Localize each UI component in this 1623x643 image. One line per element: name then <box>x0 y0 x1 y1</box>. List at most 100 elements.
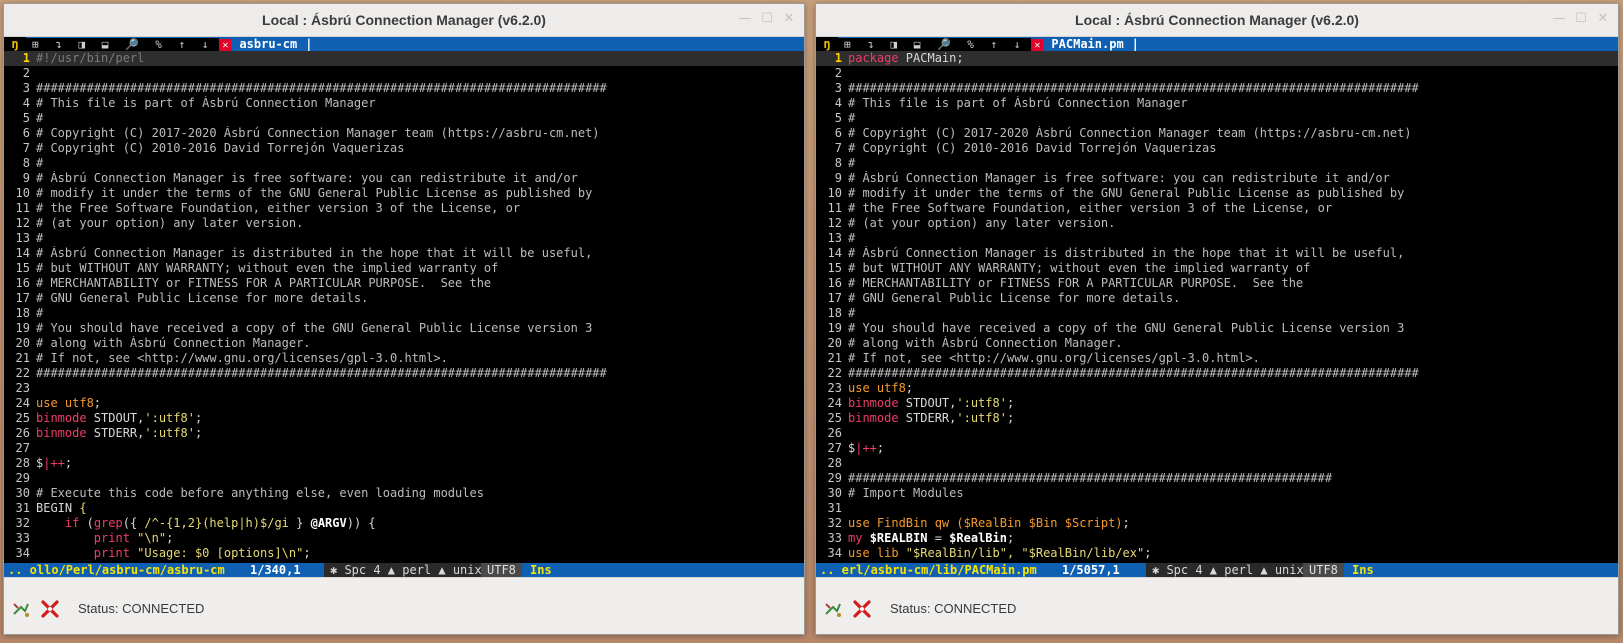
code-line[interactable]: 22 ######################################… <box>4 366 804 381</box>
code-line[interactable]: 4 # This file is part of Ásbrú Connection… <box>4 96 804 111</box>
code-line[interactable]: 31 <box>816 501 1618 516</box>
code-line[interactable]: 2 <box>816 66 1618 81</box>
line-number: 33 <box>15 531 30 545</box>
code-line[interactable]: 11 # the Free Software Foundation, either… <box>4 201 804 216</box>
network-icon[interactable] <box>824 600 842 618</box>
code-line[interactable]: 34 print "Usage: $0 [options]\n"; <box>4 546 804 561</box>
code-line[interactable]: 24 binmode STDOUT,':utf8'; <box>816 396 1618 411</box>
toolbar-buttons[interactable]: ⊞ ↴ ◨ ⬓ 🔎 % ↑ ↓ <box>26 38 220 51</box>
code-line[interactable]: 26 binmode STDERR,':utf8'; <box>4 426 804 441</box>
code-buffer[interactable]: 1 #!/usr/bin/perl 2 3 ######################… <box>4 51 804 563</box>
buffer-tab[interactable]: PACMain.pm <box>1047 37 1127 51</box>
code-line[interactable]: 1 #!/usr/bin/perl <box>4 51 804 66</box>
network-icon[interactable] <box>12 600 30 618</box>
code-line[interactable]: 32 if (grep({ /^-{1,2}(help|h)$/gi } @AR… <box>4 516 804 531</box>
code-line[interactable]: 27 $|++; <box>816 441 1618 456</box>
window-titlebar[interactable]: Local : Ásbrú Connection Manager (v6.2.0… <box>4 4 804 37</box>
code-buffer[interactable]: 1 package PACMain; 2 3 #####################… <box>816 51 1618 563</box>
close-icon[interactable]: ✕ <box>1596 12 1610 26</box>
code-line[interactable]: 17 # GNU General Public License for more … <box>816 291 1618 306</box>
maximize-icon[interactable]: ☐ <box>1574 12 1588 26</box>
line-text: # <box>36 111 43 125</box>
code-line[interactable]: 13 # <box>816 231 1618 246</box>
code-line[interactable]: 1 package PACMain; <box>816 51 1618 66</box>
code-token: ':utf8' <box>956 396 1007 410</box>
minimize-icon[interactable]: — <box>738 12 752 26</box>
disconnect-icon[interactable] <box>40 599 60 619</box>
code-line[interactable]: 12 # (at your option) any later version. <box>816 216 1618 231</box>
code-line[interactable]: 3 #######################################… <box>4 81 804 96</box>
close-buffer-icon[interactable]: ✕ <box>219 39 232 51</box>
code-line[interactable]: 7 # Copyright (C) 2010-2016 David Torrejó… <box>816 141 1618 156</box>
code-line[interactable]: 18 # <box>4 306 804 321</box>
code-line[interactable]: 8 # <box>816 156 1618 171</box>
code-line[interactable]: 15 # but WITHOUT ANY WARRANTY; without ev… <box>4 261 804 276</box>
code-line[interactable]: 27 <box>4 441 804 456</box>
code-line[interactable]: 10 # modify it under the terms of the GNU… <box>816 186 1618 201</box>
close-icon[interactable]: ✕ <box>782 12 796 26</box>
code-line[interactable]: 5 # <box>816 111 1618 126</box>
code-line[interactable]: 33 print "\n"; <box>4 531 804 546</box>
code-line[interactable]: 25 binmode STDERR,':utf8'; <box>816 411 1618 426</box>
code-line[interactable]: 5 # <box>4 111 804 126</box>
terminal-area[interactable]: ŋ ⊞ ↴ ◨ ⬓ 🔎 % ↑ ↓ ✕ asbru-cm | 1 #!/usr/bin/p… <box>4 37 804 577</box>
code-line[interactable]: 14 # Ásbrú Connection Manager is distribu… <box>816 246 1618 261</box>
terminal-area[interactable]: ŋ ⊞ ↴ ◨ ⬓ 🔎 % ↑ ↓ ✕ PACMain.pm | 1 package PA… <box>816 37 1618 577</box>
code-line[interactable]: 8 # <box>4 156 804 171</box>
window-titlebar[interactable]: Local : Ásbrú Connection Manager (v6.2.0… <box>816 4 1618 37</box>
code-line[interactable]: 15 # but WITHOUT ANY WARRANTY; without ev… <box>816 261 1618 276</box>
code-token: # the Free Software Foundation, either v… <box>848 201 1333 215</box>
code-line[interactable]: 20 # along with Ásbrú Connection Manager. <box>4 336 804 351</box>
code-line[interactable]: 13 # <box>4 231 804 246</box>
code-line[interactable]: 32 use FindBin qw ($RealBin $Bin $Script)… <box>816 516 1618 531</box>
code-line[interactable]: 29 ######################################… <box>816 471 1618 486</box>
code-line[interactable]: 14 # Ásbrú Connection Manager is distribu… <box>4 246 804 261</box>
buffer-tab[interactable]: asbru-cm <box>235 37 301 51</box>
code-line[interactable]: 16 # MERCHANTABILITY or FITNESS FOR A PAR… <box>4 276 804 291</box>
code-line[interactable]: 17 # GNU General Public License for more … <box>4 291 804 306</box>
maximize-icon[interactable]: ☐ <box>760 12 774 26</box>
code-line[interactable]: 10 # modify it under the terms of the GNU… <box>4 186 804 201</box>
code-line[interactable]: 7 # Copyright (C) 2010-2016 David Torrejó… <box>4 141 804 156</box>
minimize-icon[interactable]: — <box>1552 12 1566 26</box>
code-line[interactable]: 30 # Execute this code before anything el… <box>4 486 804 501</box>
code-line[interactable]: 28 <box>816 456 1618 471</box>
line-text: # but WITHOUT ANY WARRANTY; without even… <box>848 261 1310 275</box>
code-line[interactable]: 34 use lib "$RealBin/lib", "$RealBin/lib/… <box>816 546 1618 561</box>
code-line[interactable]: 21 # If not, see <http://www.gnu.org/lice… <box>4 351 804 366</box>
code-line[interactable]: 6 # Copyright (C) 2017-2020 Ásbrú Connect… <box>4 126 804 141</box>
code-line[interactable]: 3 #######################################… <box>816 81 1618 96</box>
code-line[interactable]: 20 # along with Ásbrú Connection Manager. <box>816 336 1618 351</box>
code-line[interactable]: 2 <box>4 66 804 81</box>
code-line[interactable]: 19 # You should have received a copy of t… <box>4 321 804 336</box>
code-line[interactable]: 12 # (at your option) any later version. <box>4 216 804 231</box>
line-text: # the Free Software Foundation, either v… <box>36 201 520 215</box>
code-line[interactable]: 4 # This file is part of Ásbrú Connection… <box>816 96 1618 111</box>
code-line[interactable]: 30 # Import Modules <box>816 486 1618 501</box>
code-line[interactable]: 22 ######################################… <box>816 366 1618 381</box>
code-line[interactable]: 23 <box>4 381 804 396</box>
disconnect-icon[interactable] <box>852 599 872 619</box>
toolbar-buttons[interactable]: ⊞ ↴ ◨ ⬓ 🔎 % ↑ ↓ <box>838 38 1032 51</box>
code-line[interactable]: 9 # Ásbrú Connection Manager is free soft… <box>816 171 1618 186</box>
code-line[interactable]: 23 use utf8; <box>816 381 1618 396</box>
code-line[interactable]: 29 <box>4 471 804 486</box>
code-token: # along with Ásbrú Connection Manager. <box>36 336 311 350</box>
line-text: # Ásbrú Connection Manager is distribute… <box>36 246 592 260</box>
code-line[interactable]: 31 BEGIN { <box>4 501 804 516</box>
code-line[interactable]: 19 # You should have received a copy of t… <box>816 321 1618 336</box>
code-line[interactable]: 11 # the Free Software Foundation, either… <box>816 201 1618 216</box>
code-line[interactable]: 6 # Copyright (C) 2017-2020 Ásbrú Connect… <box>816 126 1618 141</box>
line-text: # Copyright (C) 2017-2020 Ásbrú Connecti… <box>36 126 600 140</box>
code-line[interactable]: 16 # MERCHANTABILITY or FITNESS FOR A PAR… <box>816 276 1618 291</box>
code-token: # If not, see <http://www.gnu.org/licens… <box>848 351 1260 365</box>
code-line[interactable]: 25 binmode STDOUT,':utf8'; <box>4 411 804 426</box>
code-line[interactable]: 21 # If not, see <http://www.gnu.org/lice… <box>816 351 1618 366</box>
code-line[interactable]: 18 # <box>816 306 1618 321</box>
code-line[interactable]: 33 my $REALBIN = $RealBin; <box>816 531 1618 546</box>
code-line[interactable]: 26 <box>816 426 1618 441</box>
close-buffer-icon[interactable]: ✕ <box>1031 39 1044 51</box>
code-line[interactable]: 28 $|++; <box>4 456 804 471</box>
code-line[interactable]: 9 # Ásbrú Connection Manager is free soft… <box>4 171 804 186</box>
code-line[interactable]: 24 use utf8; <box>4 396 804 411</box>
